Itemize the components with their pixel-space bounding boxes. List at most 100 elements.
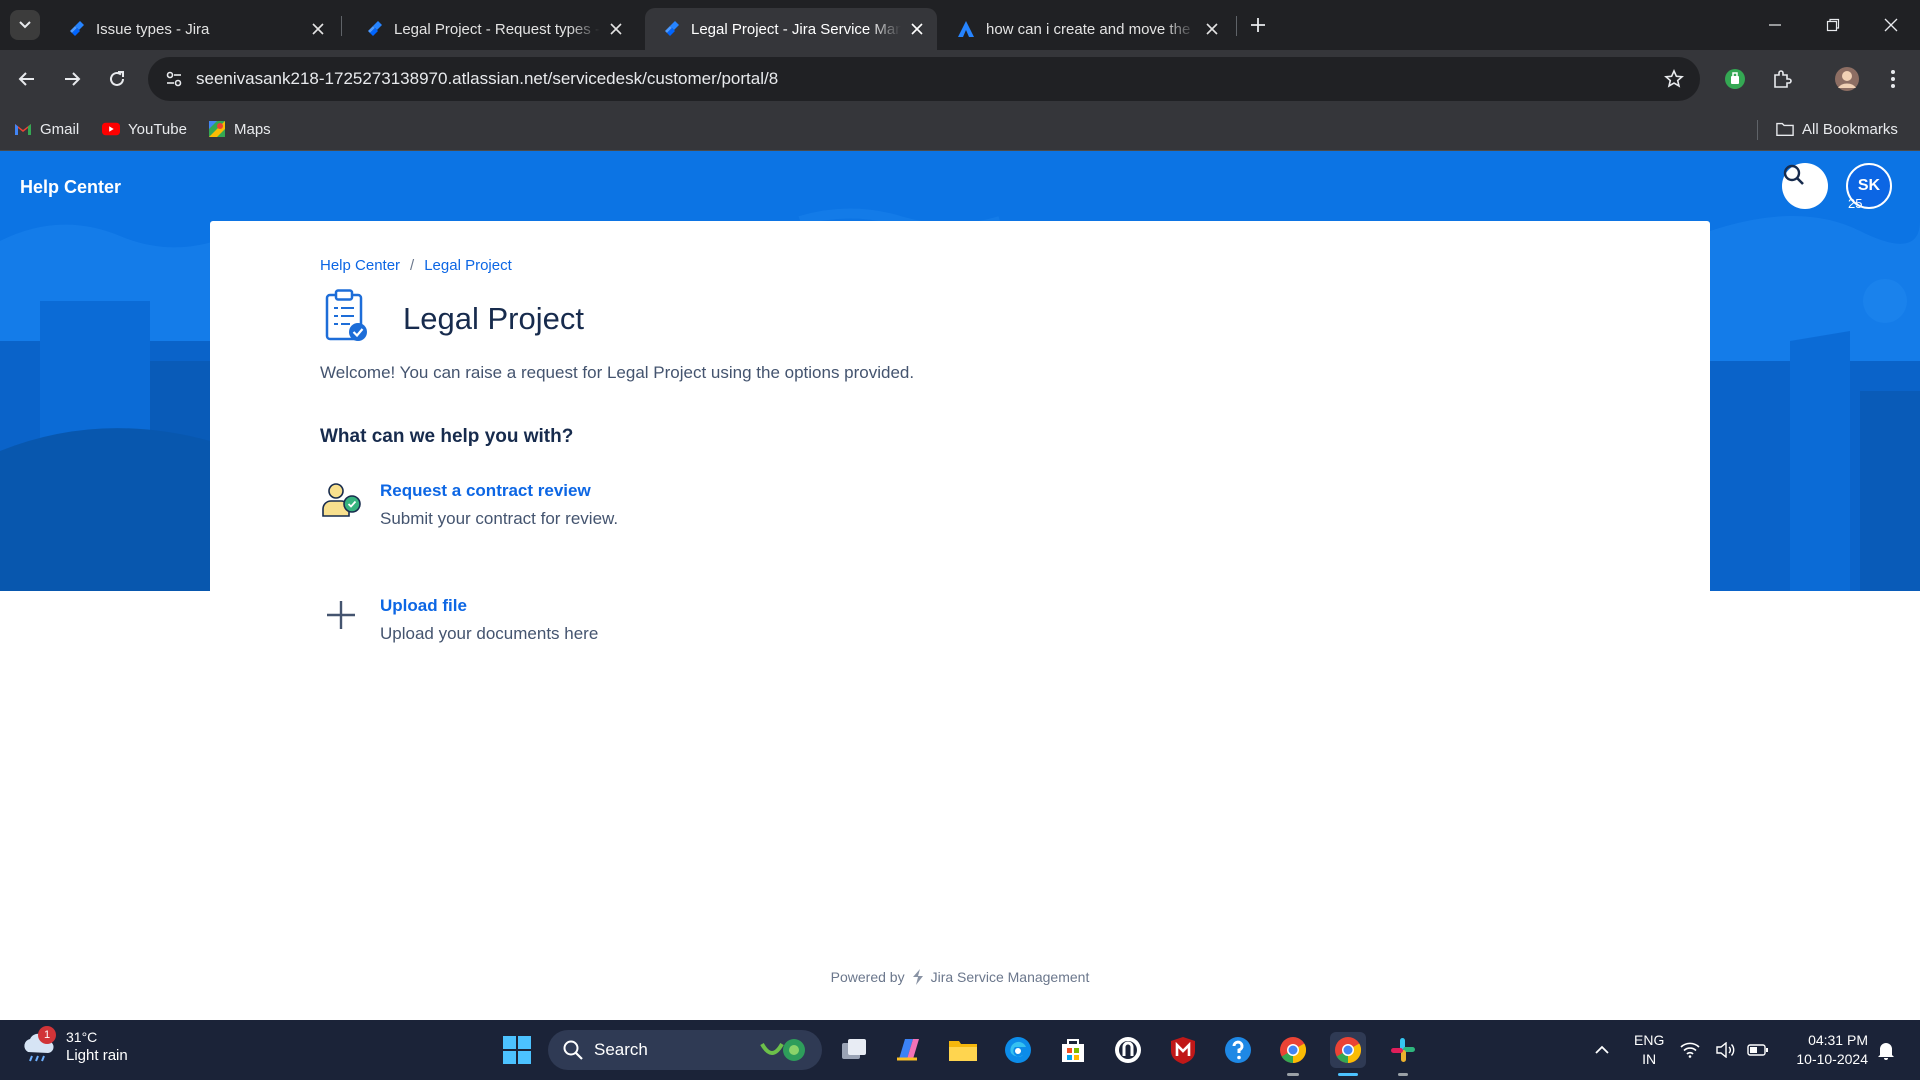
bookmark-maps[interactable]: Maps	[208, 117, 271, 141]
tab-title: Legal Project - Request types - Service …	[394, 20, 600, 38]
gmail-icon	[14, 120, 32, 138]
browser-toolbar: seenivasank218-1725273138970.atlassian.n…	[0, 50, 1920, 108]
language-indicator[interactable]: ENG IN	[1634, 1031, 1664, 1069]
tab-title: how can i create and move the	[986, 20, 1191, 38]
tab-issue-types[interactable]: Issue types - Jira	[50, 8, 338, 50]
bookmarks-divider	[1757, 120, 1758, 140]
close-icon[interactable]	[1202, 19, 1222, 39]
page-title: Legal Project	[403, 301, 584, 336]
weather-condition: Light rain	[66, 1046, 128, 1064]
help-center-title[interactable]: Help Center	[20, 177, 121, 198]
running-indicator	[1287, 1073, 1299, 1076]
task-view-icon[interactable]	[836, 1032, 872, 1068]
running-indicator	[1398, 1073, 1408, 1076]
language-region: IN	[1642, 1051, 1657, 1067]
browser-menu-icon[interactable]	[1878, 64, 1908, 94]
request-type-upload-file[interactable]: Upload file Upload your documents here	[320, 594, 598, 644]
tab-search-button[interactable]	[10, 10, 40, 40]
all-bookmarks-label: All Bookmarks	[1802, 120, 1898, 138]
reload-button[interactable]	[102, 64, 132, 94]
all-bookmarks-button[interactable]: All Bookmarks	[1776, 117, 1898, 141]
active-indicator	[1338, 1073, 1358, 1076]
tab-community-question[interactable]: how can i create and move the	[940, 8, 1232, 50]
breadcrumb-separator: /	[410, 257, 415, 274]
clock-time: 04:31 PM	[1808, 1032, 1868, 1048]
bookmark-youtube[interactable]: YouTube	[102, 117, 187, 141]
atlassian-icon	[958, 21, 974, 37]
taskbar-search-label: Search	[594, 1040, 648, 1059]
bookmark-star-icon[interactable]	[1660, 65, 1688, 93]
request-type-name[interactable]: Upload file	[380, 596, 598, 616]
bookmark-gmail[interactable]: Gmail	[14, 117, 79, 141]
back-button[interactable]	[12, 64, 42, 94]
extensions-puzzle-icon[interactable]	[1767, 64, 1797, 94]
bookmark-label: Gmail	[40, 120, 80, 138]
request-type-name[interactable]: Request a contract review	[380, 481, 618, 501]
new-tab-button[interactable]	[1245, 12, 1271, 38]
minimize-button[interactable]	[1746, 0, 1804, 50]
forward-button[interactable]	[57, 64, 87, 94]
copilot-icon[interactable]	[890, 1032, 926, 1068]
breadcrumb: Help Center / Legal Project	[320, 257, 512, 274]
search-icon	[1783, 164, 1804, 185]
slack-icon[interactable]	[1385, 1032, 1421, 1068]
restore-button[interactable]	[1804, 0, 1862, 50]
tab-request-types[interactable]: Legal Project - Request types - Service …	[348, 8, 636, 50]
weather-badge: 1	[38, 1026, 56, 1044]
url-text[interactable]: seenivasank218-1725273138970.atlassian.n…	[196, 69, 1660, 89]
avatar-badge-number: 25	[1848, 196, 1863, 211]
file-explorer-icon[interactable]	[945, 1032, 981, 1068]
close-icon[interactable]	[907, 19, 927, 39]
microsoft-store-icon[interactable]	[1055, 1032, 1091, 1068]
breadcrumb-legal-project[interactable]: Legal Project	[424, 257, 512, 274]
wifi-icon[interactable]	[1678, 1032, 1702, 1068]
help-heading: What can we help you with?	[320, 426, 574, 447]
weather-widget[interactable]: 1 31°C Light rain	[20, 1026, 128, 1064]
request-type-description: Submit your contract for review.	[380, 509, 619, 528]
taskbar-search[interactable]: Search	[548, 1030, 822, 1070]
site-settings-icon[interactable]	[162, 67, 186, 91]
windows-icon	[503, 1036, 531, 1064]
restore-icon	[1826, 18, 1840, 32]
browser-tab-strip: Issue types - Jira Legal Project - Reque…	[0, 0, 1920, 50]
reload-icon	[110, 71, 124, 86]
jira-service-management-icon	[912, 969, 923, 985]
chrome-icon[interactable]	[1275, 1032, 1311, 1068]
weather-temperature: 31°C	[66, 1028, 98, 1045]
battery-icon[interactable]	[1746, 1032, 1770, 1068]
address-bar[interactable]: seenivasank218-1725273138970.atlassian.n…	[148, 57, 1700, 101]
system-clock[interactable]: 04:31 PM 10-10-2024	[1784, 1031, 1868, 1069]
rain-cloud-icon: 1	[20, 1026, 56, 1064]
help-icon[interactable]	[1220, 1032, 1256, 1068]
contract-review-icon	[320, 479, 362, 521]
portal-content-card: Help Center / Legal Project Legal Projec…	[210, 221, 1710, 1020]
start-button[interactable]	[499, 1032, 535, 1068]
plus-icon	[1251, 18, 1265, 32]
powered-by-footer: Powered by Jira Service Management	[210, 968, 1710, 986]
extension-green-icon[interactable]	[1720, 64, 1750, 94]
breadcrumb-help-center[interactable]: Help Center	[320, 257, 400, 274]
chevron-down-icon	[19, 21, 31, 29]
tab-title: Legal Project - Jira Service Management	[691, 20, 901, 38]
close-icon[interactable]	[606, 19, 626, 39]
powered-by-product[interactable]: Jira Service Management	[931, 969, 1090, 985]
help-center-page: Help Center SK 25 Help Center / Legal Pr…	[0, 151, 1920, 1020]
profile-avatar-icon[interactable]	[1832, 64, 1862, 94]
mcafee-icon[interactable]	[1165, 1032, 1201, 1068]
app-circle-icon[interactable]	[1110, 1032, 1146, 1068]
close-window-button[interactable]	[1862, 0, 1920, 50]
language-code: ENG	[1634, 1032, 1665, 1048]
volume-icon[interactable]	[1714, 1032, 1738, 1068]
search-icon	[563, 1040, 583, 1060]
tab-legal-project-active[interactable]: Legal Project - Jira Service Management	[645, 8, 937, 50]
close-icon[interactable]	[308, 19, 328, 39]
request-type-contract-review[interactable]: Request a contract review Submit your co…	[320, 479, 618, 529]
chrome-active-icon[interactable]	[1330, 1032, 1366, 1068]
notification-bell-icon[interactable]	[1874, 1032, 1898, 1068]
close-icon	[1884, 18, 1898, 32]
bookmarks-bar: Gmail YouTube Maps All Bookmarks	[0, 108, 1920, 151]
portal-search-button[interactable]	[1782, 163, 1828, 209]
edge-icon[interactable]	[1000, 1032, 1036, 1068]
show-hidden-icons-chevron-icon[interactable]	[1584, 1032, 1620, 1068]
arrow-right-icon	[65, 72, 81, 86]
